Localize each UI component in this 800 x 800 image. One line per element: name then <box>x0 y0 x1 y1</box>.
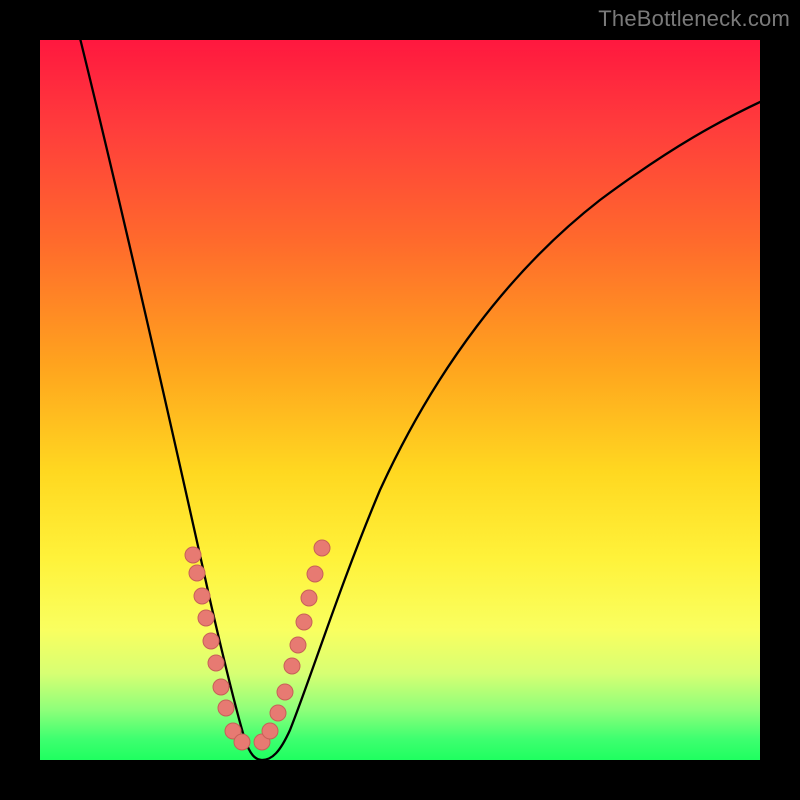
watermark-text: TheBottleneck.com <box>598 6 790 32</box>
left-branch-curve <box>78 30 262 760</box>
dots-right-cluster <box>254 540 330 750</box>
chart-stage: TheBottleneck.com <box>0 0 800 800</box>
curve-layer <box>40 40 760 760</box>
right-branch-curve <box>262 95 775 760</box>
